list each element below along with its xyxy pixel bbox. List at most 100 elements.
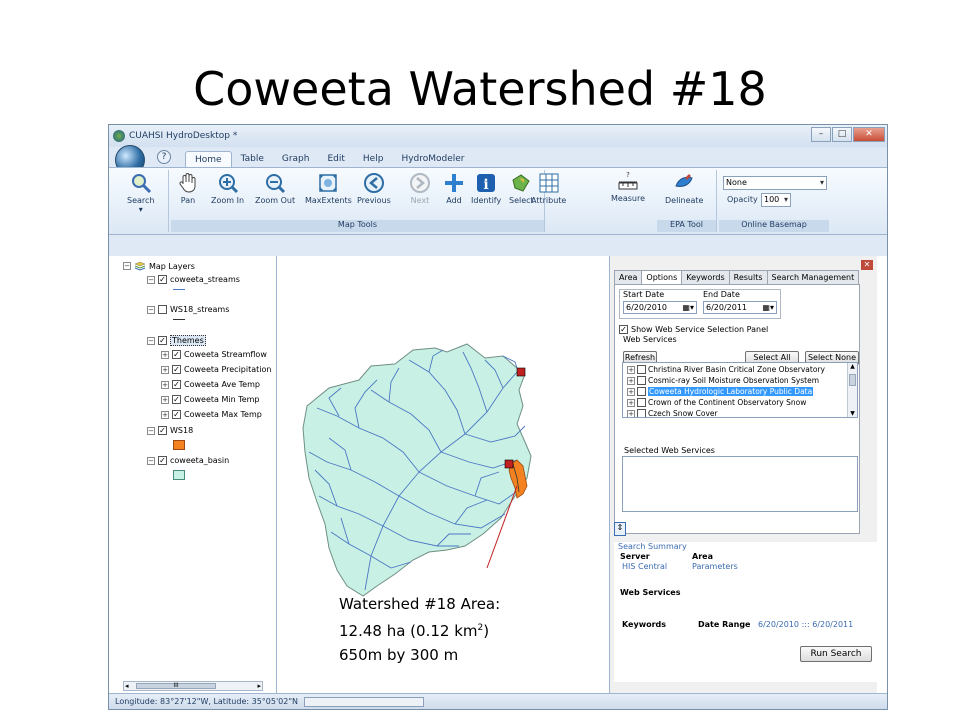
zoom-in-icon xyxy=(218,174,238,194)
start-date-picker[interactable]: 6/20/2010 ▦▾ xyxy=(623,301,697,314)
arrow-right-icon xyxy=(410,173,430,193)
window-title: CUAHSI HydroDesktop * xyxy=(129,131,238,141)
layer-checkbox[interactable]: ✓ xyxy=(158,275,167,284)
tab-results[interactable]: Results xyxy=(728,270,768,284)
basin-symbol xyxy=(173,470,185,480)
theme-precipitation[interactable]: Coweeta Precipitation xyxy=(184,365,271,374)
layer-checkbox[interactable] xyxy=(158,305,167,314)
layer-checkbox[interactable]: ✓ xyxy=(172,365,181,374)
end-date-picker[interactable]: 6/20/2011 ▦▾ xyxy=(703,301,777,314)
tab-search-management[interactable]: Search Management xyxy=(766,270,860,284)
basemap-select[interactable]: None xyxy=(723,176,827,190)
selected-services-list[interactable] xyxy=(622,456,858,512)
ribbon-tab-row: ? Home Table Graph Edit Help HydroModele… xyxy=(109,145,887,175)
layer-coweeta-basin[interactable]: coweeta_basin xyxy=(170,456,229,465)
tab-home[interactable]: Home xyxy=(185,151,232,167)
zoom-in-button[interactable]: Zoom In xyxy=(211,172,244,205)
tab-options[interactable]: Options xyxy=(641,270,683,284)
web-services-summary-label: Web Services xyxy=(620,588,681,597)
delineate-button[interactable]: Delineate xyxy=(665,172,703,205)
opacity-select[interactable]: 100 xyxy=(761,193,791,207)
select-button[interactable]: Select xyxy=(509,172,534,205)
calendar-icon: ▦▾ xyxy=(762,303,774,312)
online-basemap-group: None Opacity 100 Online Basemap xyxy=(719,170,829,232)
collapse-icon[interactable]: − xyxy=(147,336,155,345)
area-label: Area xyxy=(692,552,713,561)
theme-max-temp[interactable]: Coweeta Max Temp xyxy=(184,410,262,419)
table-icon xyxy=(539,173,559,193)
layer-checkbox[interactable]: ✓ xyxy=(172,410,181,419)
expand-icon[interactable]: + xyxy=(161,410,169,419)
layer-checkbox[interactable]: ✓ xyxy=(172,380,181,389)
theme-min-temp[interactable]: Coweeta Min Temp xyxy=(184,395,260,404)
identify-button[interactable]: i Identify xyxy=(471,172,501,205)
arrow-left-icon xyxy=(363,173,384,193)
start-date-label: Start Date xyxy=(623,290,665,299)
max-extents-button[interactable]: MaxExtents xyxy=(305,172,352,205)
show-panel-checkbox[interactable]: ✓ xyxy=(619,325,628,334)
expand-icon[interactable]: + xyxy=(161,350,169,359)
group-themes[interactable]: Themes xyxy=(170,335,206,346)
collapse-icon[interactable]: − xyxy=(147,426,155,435)
web-services-list[interactable]: + Christina River Basin Critical Zone Obs… xyxy=(622,362,858,418)
collapse-icon[interactable]: − xyxy=(147,305,155,314)
list-item[interactable]: + Christina River Basin Critical Zone Obs… xyxy=(627,365,825,374)
layer-ws18-streams[interactable]: WS18_streams xyxy=(170,305,229,314)
layer-checkbox[interactable]: ✓ xyxy=(158,456,167,465)
opacity-label: Opacity xyxy=(727,195,758,204)
tab-table[interactable]: Table xyxy=(232,151,273,167)
run-search-button[interactable]: Run Search xyxy=(800,646,872,662)
list-item[interactable]: + Cosmic-ray Soil Moisture Observation Sy… xyxy=(627,376,819,385)
layer-ws18[interactable]: WS18 xyxy=(170,426,193,435)
layer-checkbox[interactable]: ✓ xyxy=(172,395,181,404)
minimize-button[interactable]: – xyxy=(811,127,831,142)
expand-icon[interactable]: + xyxy=(161,395,169,404)
list-item-selected[interactable]: + Coweeta Hydrologic Laboratory Public Da… xyxy=(627,387,814,396)
theme-ave-temp[interactable]: Coweeta Ave Temp xyxy=(184,380,260,389)
date-range-value: 6/20/2010 ::: 6/20/2011 xyxy=(758,620,854,629)
theme-streamflow[interactable]: Coweeta Streamflow xyxy=(184,350,267,359)
map-layers-root[interactable]: Map Layers xyxy=(149,262,195,271)
layer-checkbox[interactable]: ✓ xyxy=(158,426,167,435)
list-scrollbar[interactable]: ▲ ▼ xyxy=(847,363,857,417)
attribute-button[interactable]: Attribute xyxy=(531,172,566,205)
expand-icon[interactable]: + xyxy=(161,365,169,374)
collapse-icon[interactable]: − xyxy=(147,456,155,465)
help-icon[interactable]: ? xyxy=(157,150,171,164)
collapse-icon[interactable]: − xyxy=(123,262,131,270)
add-button[interactable]: Add xyxy=(443,172,465,205)
max-extents-icon xyxy=(319,174,338,192)
list-item[interactable]: + Crown of the Continent Observatory Snow xyxy=(627,398,806,407)
layer-coweeta-streams[interactable]: coweeta_streams xyxy=(170,275,240,284)
select-icon xyxy=(512,174,531,192)
close-panel-icon[interactable]: ✕ xyxy=(861,260,873,270)
info-icon: i xyxy=(477,174,496,193)
close-button[interactable]: ✕ xyxy=(853,127,885,142)
keywords-label: Keywords xyxy=(622,620,667,629)
hand-icon xyxy=(179,173,196,193)
tab-edit[interactable]: Edit xyxy=(318,151,353,167)
svg-text:?: ? xyxy=(626,171,630,179)
previous-button[interactable]: Previous xyxy=(357,172,391,205)
annotation-line-1: Watershed #18 Area: xyxy=(339,595,501,613)
legend-panel: − Map Layers − ✓ coweeta_streams − WS18_… xyxy=(109,256,277,693)
tab-hydromodeler[interactable]: HydroModeler xyxy=(392,151,473,167)
collapse-icon[interactable]: − xyxy=(147,275,155,284)
legend-horizontal-scrollbar[interactable]: ◂ III ▸ xyxy=(123,681,263,691)
tab-graph[interactable]: Graph xyxy=(273,151,319,167)
maximize-button[interactable]: □ xyxy=(832,127,852,142)
next-button[interactable]: Next xyxy=(409,172,431,205)
search-button[interactable]: Search ▾ xyxy=(127,172,154,214)
zoom-out-button[interactable]: Zoom Out xyxy=(255,172,295,205)
collapse-summary-icon[interactable]: ⇕ xyxy=(614,522,626,536)
tab-help[interactable]: Help xyxy=(354,151,393,167)
layer-checkbox[interactable]: ✓ xyxy=(158,336,167,345)
measure-button[interactable]: ? Measure xyxy=(611,170,645,203)
pan-button[interactable]: Pan xyxy=(177,172,199,205)
list-item[interactable]: + Czech Snow Cover xyxy=(627,409,718,417)
tab-area[interactable]: Area xyxy=(614,270,643,284)
progress-bar xyxy=(304,696,425,707)
layer-checkbox[interactable]: ✓ xyxy=(172,350,181,359)
tab-keywords[interactable]: Keywords xyxy=(681,270,730,284)
expand-icon[interactable]: + xyxy=(161,380,169,389)
